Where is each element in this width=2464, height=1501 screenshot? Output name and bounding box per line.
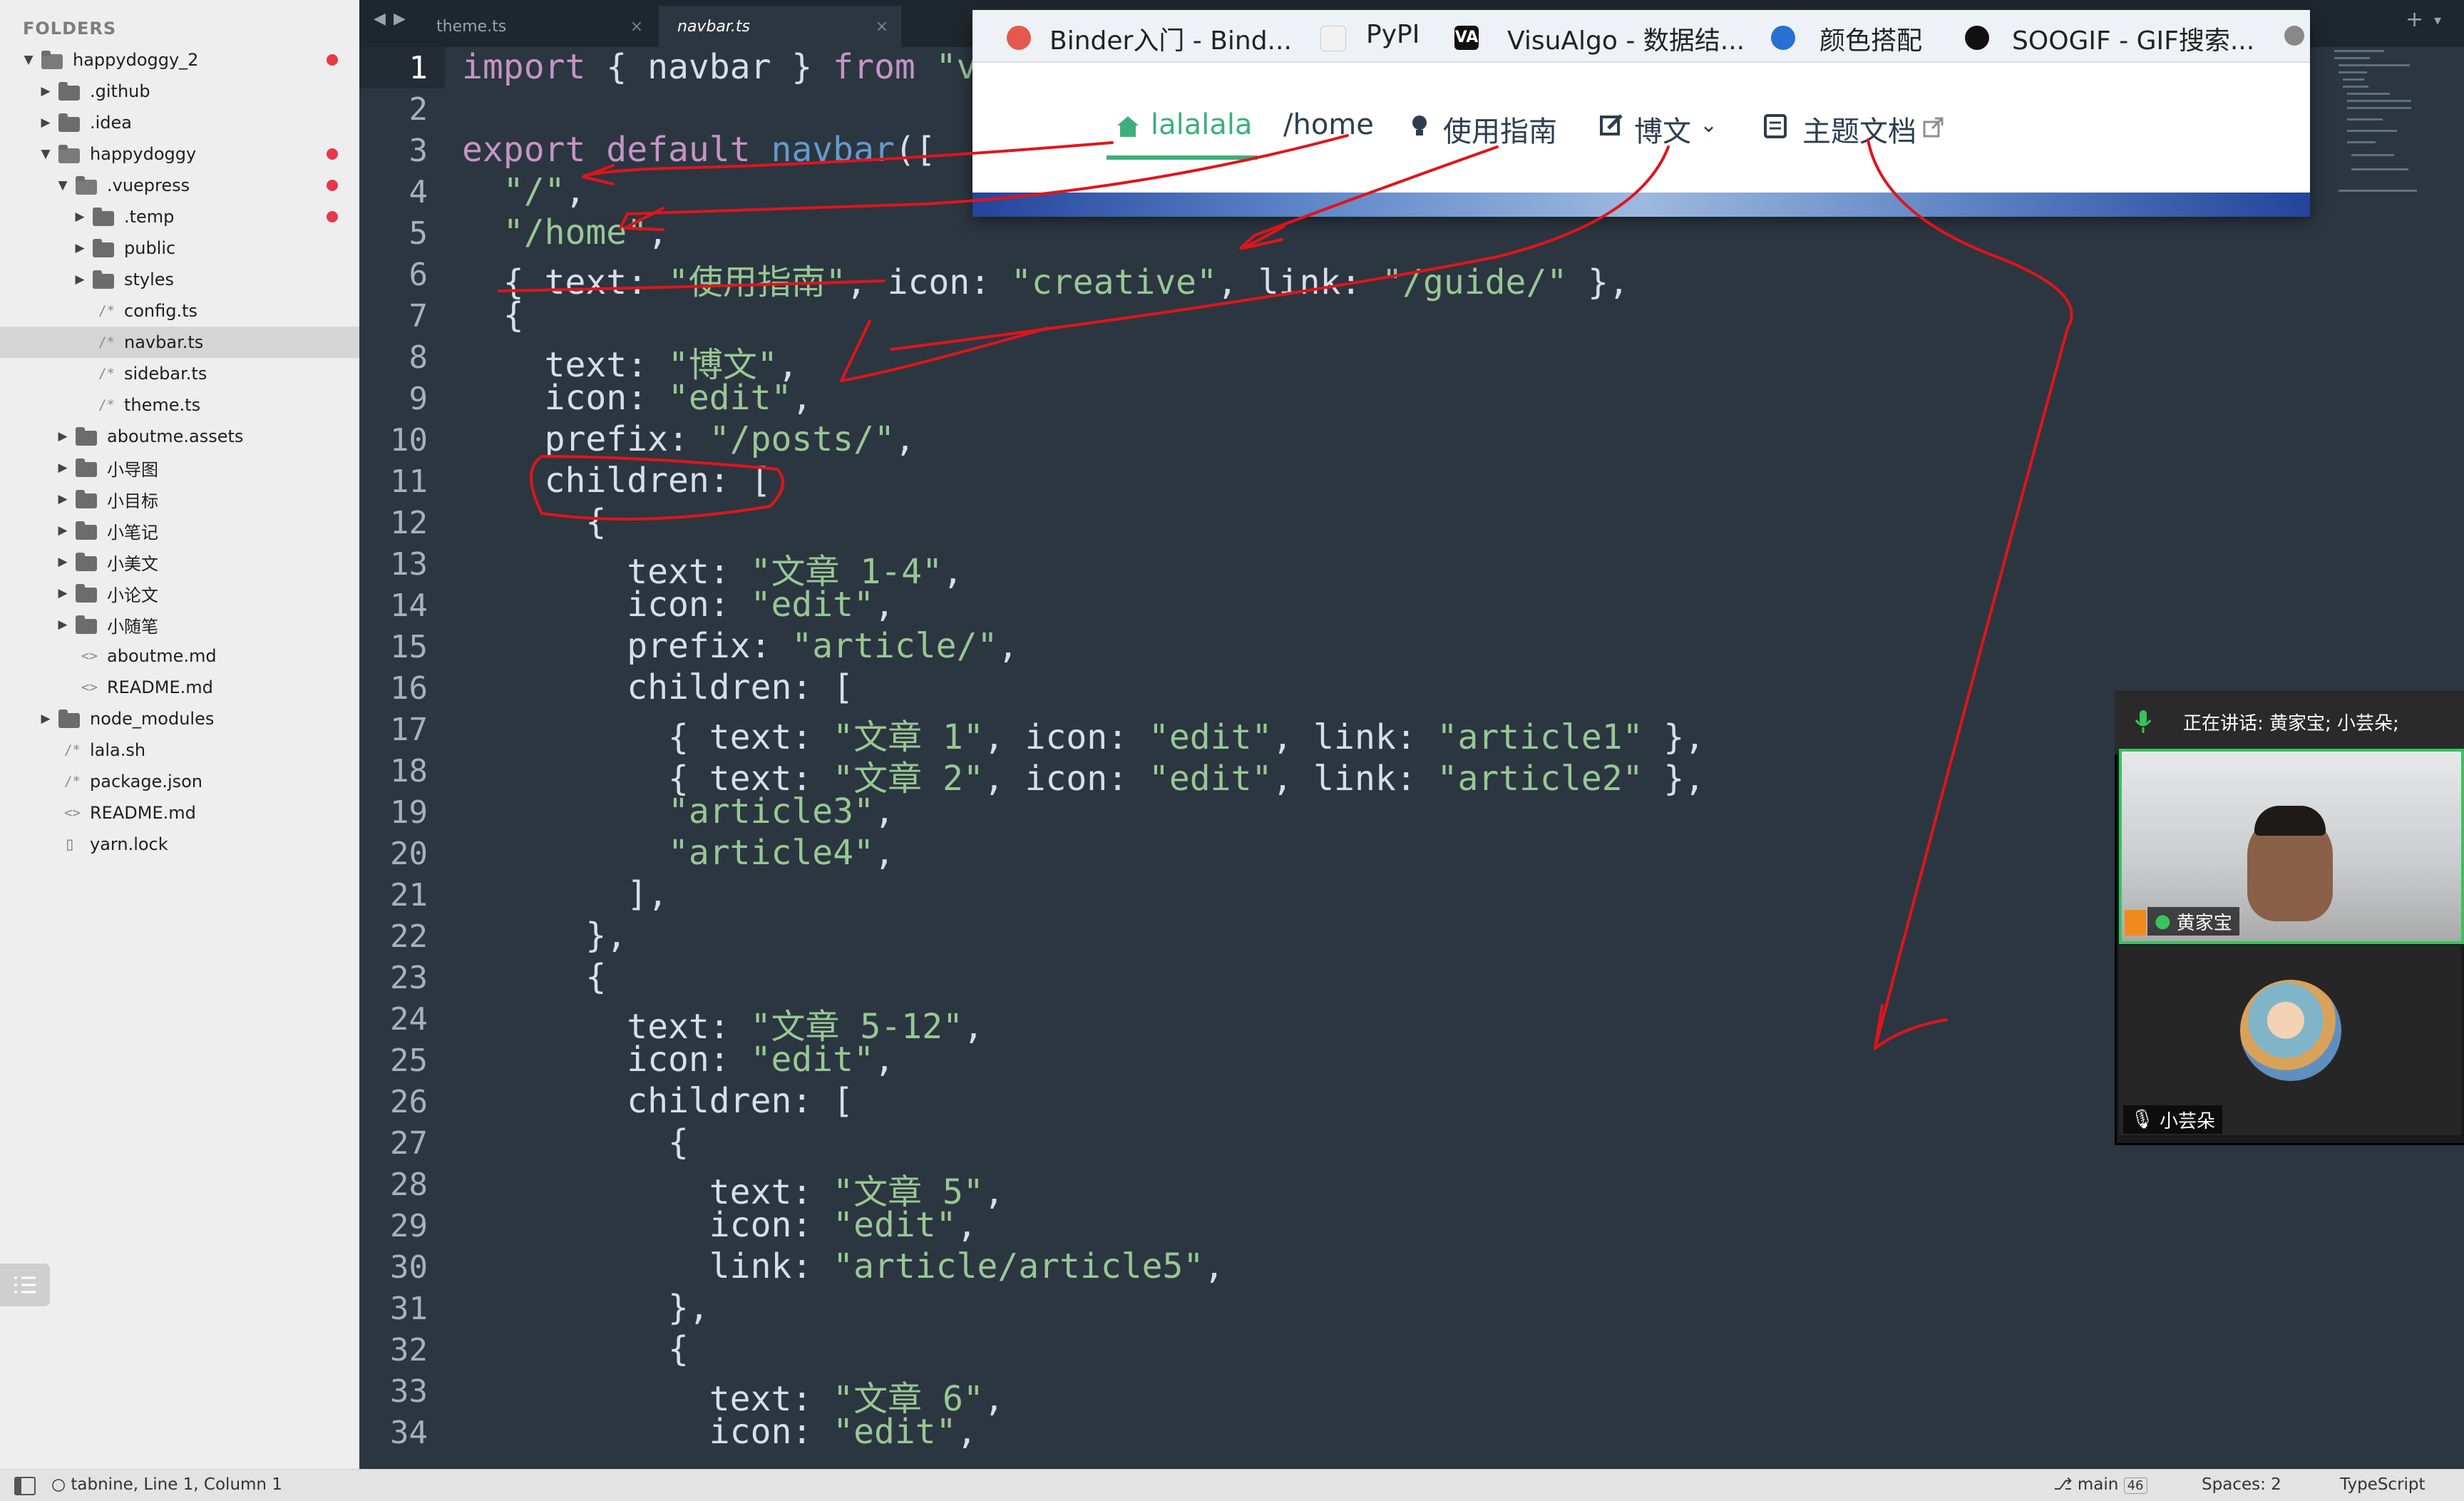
branch-name: main bbox=[2077, 1475, 2119, 1494]
annotation-arrowhead bbox=[840, 319, 1049, 382]
git-branch[interactable]: ⎇ main 46 bbox=[2053, 1475, 2147, 1494]
annotation-arrow bbox=[1239, 145, 1499, 250]
panel-toggle-icon[interactable] bbox=[14, 1477, 36, 1495]
status-position: ○ tabnine, Line 1, Column 1 bbox=[51, 1475, 282, 1494]
indentation-setting[interactable]: Spaces: 2 bbox=[2202, 1475, 2281, 1494]
annotation-arrow bbox=[583, 141, 1114, 177]
annotation-arrowhead bbox=[623, 207, 664, 231]
branch-count-badge: 46 bbox=[2123, 1477, 2147, 1494]
syntax-mode[interactable]: TypeScript bbox=[2340, 1475, 2426, 1494]
annotation-arrow bbox=[619, 134, 1349, 230]
status-text: tabnine, Line 1, Column 1 bbox=[71, 1475, 282, 1494]
annotation-circle bbox=[530, 455, 784, 521]
annotation-layer bbox=[498, 134, 2073, 1050]
annotation-underline bbox=[498, 280, 885, 292]
annotation-arrow bbox=[890, 145, 1670, 351]
annotation-arrow bbox=[1867, 138, 2073, 1050]
annotation-arrowhead bbox=[582, 164, 615, 185]
annotation-arrowhead bbox=[1242, 225, 1285, 250]
